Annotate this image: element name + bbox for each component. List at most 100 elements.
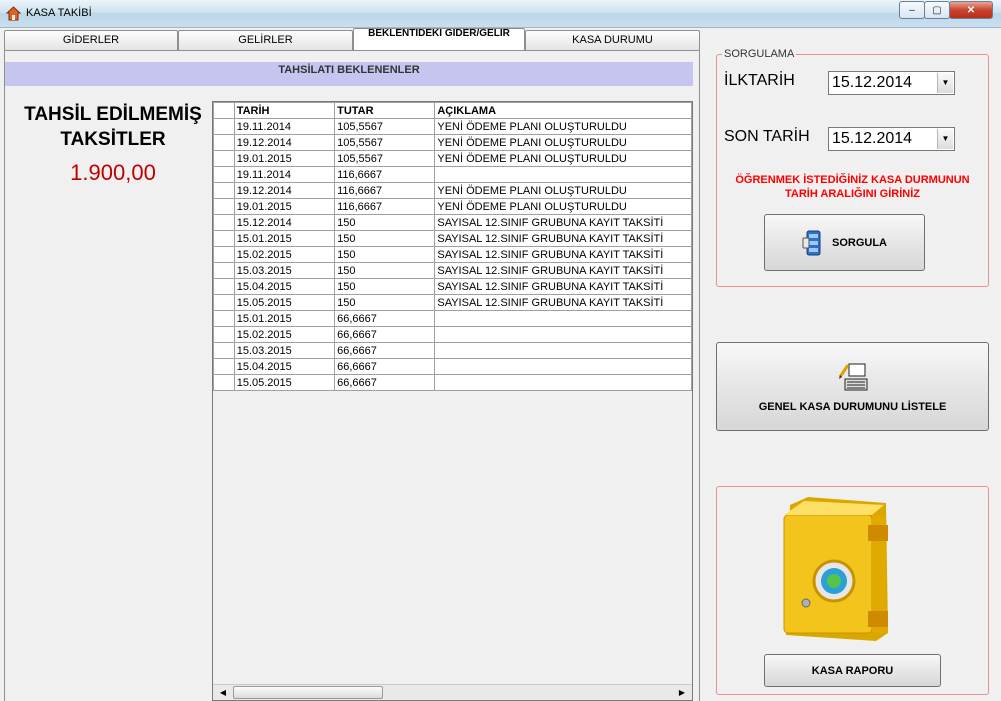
cell-tarih: 15.05.2015 — [233, 374, 336, 391]
start-date-picker[interactable]: 15.12.2014 ▼ — [828, 71, 955, 95]
title-bar: KASA TAKİBİ ‒ ▢ ✕ — [0, 0, 1001, 28]
minimize-button[interactable]: ‒ — [899, 1, 925, 19]
end-date-value: 15.12.2014 — [832, 130, 913, 147]
computer-edit-icon — [838, 363, 867, 390]
table-row[interactable]: 15.02.2015 66,6667 — [213, 326, 692, 343]
row-selector[interactable] — [213, 262, 235, 279]
scroll-right-icon[interactable]: ▶ — [674, 685, 690, 700]
row-selector[interactable] — [213, 118, 235, 135]
row-selector[interactable] — [213, 166, 235, 183]
row-selector[interactable] — [213, 150, 235, 167]
house-icon — [6, 6, 21, 21]
row-selector[interactable] — [213, 230, 235, 247]
start-date-label: İLKTARİH — [724, 72, 795, 89]
sorgula-button[interactable]: SORGULA — [764, 214, 925, 271]
chevron-down-icon[interactable]: ▼ — [937, 73, 953, 93]
row-header-corner — [213, 102, 235, 119]
cell-aciklama: SAYISAL 12.SINIF GRUBUNA KAYIT TAKSİTİ — [434, 262, 692, 279]
chevron-down-icon[interactable]: ▼ — [937, 129, 953, 149]
cell-aciklama — [434, 326, 692, 343]
table-row[interactable]: 19.11.2014 116,6667 — [213, 166, 692, 183]
cell-tutar: 150 — [334, 246, 436, 263]
cell-aciklama — [434, 310, 692, 327]
column-header-tutar[interactable]: TUTAR — [334, 102, 436, 119]
cell-aciklama — [434, 358, 692, 375]
row-selector[interactable] — [213, 326, 235, 343]
row-selector[interactable] — [213, 182, 235, 199]
date-range-hint: ÖĞRENMEK İSTEDİĞİNİZ KASA DURMUNUN TARİH… — [735, 174, 970, 200]
cell-aciklama: SAYISAL 12.SINIF GRUBUNA KAYIT TAKSİTİ — [434, 230, 692, 247]
grid-header-row: TARİH TUTAR AÇIKLAMA — [213, 102, 692, 119]
end-date-picker[interactable]: 15.12.2014 ▼ — [828, 127, 955, 151]
table-row[interactable]: 15.05.2015 150 SAYISAL 12.SINIF GRUBUNA KA… — [213, 294, 692, 311]
general-list-button[interactable]: GENEL KASA DURUMUNU LİSTELE — [716, 342, 989, 431]
scroll-left-icon[interactable]: ◀ — [215, 685, 231, 700]
maximize-button[interactable]: ▢ — [924, 1, 950, 19]
grid-table: TARİH TUTAR AÇIKLAMA 19.11.2014 105,5567 Y… — [213, 102, 692, 391]
scroll-thumb[interactable] — [233, 686, 383, 699]
row-selector[interactable] — [213, 246, 235, 263]
row-selector[interactable] — [213, 134, 235, 151]
column-header-aciklama[interactable]: AÇIKLAMA — [434, 102, 692, 119]
general-list-label: GENEL KASA DURUMUNU LİSTELE — [758, 400, 947, 413]
cell-tarih: 15.04.2015 — [233, 278, 336, 295]
tab-giderler[interactable]: GİDERLER — [4, 30, 178, 50]
row-selector[interactable] — [213, 278, 235, 295]
row-selector[interactable] — [213, 342, 235, 359]
summary-amount: 1.900,00 — [70, 160, 156, 185]
grid-body: 19.11.2014 105,5567 YENİ ÖDEME PLANI OLUŞT… — [213, 118, 692, 391]
cell-tutar: 66,6667 — [334, 342, 436, 359]
installments-grid[interactable]: TARİH TUTAR AÇIKLAMA 19.11.2014 105,5567 Y… — [212, 101, 693, 701]
cell-aciklama: YENİ ÖDEME PLANI OLUŞTURULDU — [434, 118, 692, 135]
table-row[interactable]: 15.03.2015 150 SAYISAL 12.SINIF GRUBUNA KA… — [213, 262, 692, 279]
table-row[interactable]: 15.01.2015 66,6667 — [213, 310, 692, 327]
table-row[interactable]: 19.11.2014 105,5567 YENİ ÖDEME PLANI OLUŞT… — [213, 118, 692, 135]
column-header-tarih[interactable]: TARİH — [233, 102, 336, 119]
table-row[interactable]: 15.04.2015 150 SAYISAL 12.SINIF GRUBUNA KA… — [213, 278, 692, 295]
cell-tutar: 116,6667 — [334, 182, 436, 199]
row-selector[interactable] — [213, 358, 235, 375]
cell-tarih: 19.11.2014 — [233, 166, 336, 183]
tab-kasa-durumu[interactable]: KASA DURUMU — [525, 30, 700, 50]
query-legend: SORGULAMA — [722, 48, 797, 60]
table-row[interactable]: 15.12.2014 150 SAYISAL 12.SINIF GRUBUNA KA… — [213, 214, 692, 231]
table-row[interactable]: 15.01.2015 150 SAYISAL 12.SINIF GRUBUNA KA… — [213, 230, 692, 247]
safe-icon — [783, 497, 888, 641]
cell-tutar: 105,5567 — [334, 118, 436, 135]
cell-tarih: 15.04.2015 — [233, 358, 336, 375]
cell-tarih: 15.03.2015 — [233, 262, 336, 279]
cell-tarih: 19.01.2015 — [233, 198, 336, 215]
horizontal-scrollbar[interactable]: ◀ ▶ — [213, 684, 692, 700]
row-selector[interactable] — [213, 198, 235, 215]
row-selector[interactable] — [213, 214, 235, 231]
table-row[interactable]: 15.03.2015 66,6667 — [213, 342, 692, 359]
table-row[interactable]: 15.04.2015 66,6667 — [213, 358, 692, 375]
summary-title: TAHSİL EDİLMEMİŞ TAKSİTLER — [8, 102, 218, 152]
start-date-value: 15.12.2014 — [832, 74, 913, 91]
tab-gelirler[interactable]: GELİRLER — [178, 30, 353, 50]
cell-tarih: 15.05.2015 — [233, 294, 336, 311]
cell-tutar: 116,6667 — [334, 198, 436, 215]
table-row[interactable]: 19.12.2014 105,5567 YENİ ÖDEME PLANI OLUŞT… — [213, 134, 692, 151]
cell-tutar: 150 — [334, 262, 436, 279]
cell-aciklama: YENİ ÖDEME PLANI OLUŞTURULDU — [434, 134, 692, 151]
table-row[interactable]: 15.05.2015 66,6667 — [213, 374, 692, 391]
cell-tutar: 150 — [334, 214, 436, 231]
cell-aciklama: YENİ ÖDEME PLANI OLUŞTURULDU — [434, 198, 692, 215]
window-title: KASA TAKİBİ — [26, 7, 92, 19]
close-button[interactable]: ✕ — [949, 1, 993, 19]
kasa-raporu-button[interactable]: KASA RAPORU — [764, 654, 941, 687]
row-selector[interactable] — [213, 310, 235, 327]
cell-aciklama: YENİ ÖDEME PLANI OLUŞTURULDU — [434, 182, 692, 199]
table-row[interactable]: 19.01.2015 116,6667 YENİ ÖDEME PLANI OLUŞT… — [213, 198, 692, 215]
row-selector[interactable] — [213, 374, 235, 391]
table-row[interactable]: 19.01.2015 105,5567 YENİ ÖDEME PLANI OLUŞT… — [213, 150, 692, 167]
cell-aciklama: SAYISAL 12.SINIF GRUBUNA KAYIT TAKSİTİ — [434, 214, 692, 231]
table-row[interactable]: 19.12.2014 116,6667 YENİ ÖDEME PLANI OLUŞT… — [213, 182, 692, 199]
cell-tarih: 15.02.2015 — [233, 326, 336, 343]
cell-tarih: 19.01.2015 — [233, 150, 336, 167]
cell-tutar: 66,6667 — [334, 374, 436, 391]
row-selector[interactable] — [213, 294, 235, 311]
tab-beklentideki[interactable]: BEKLENTİDEKİ GİDER/GELİR — [353, 28, 525, 50]
table-row[interactable]: 15.02.2015 150 SAYISAL 12.SINIF GRUBUNA KA… — [213, 246, 692, 263]
